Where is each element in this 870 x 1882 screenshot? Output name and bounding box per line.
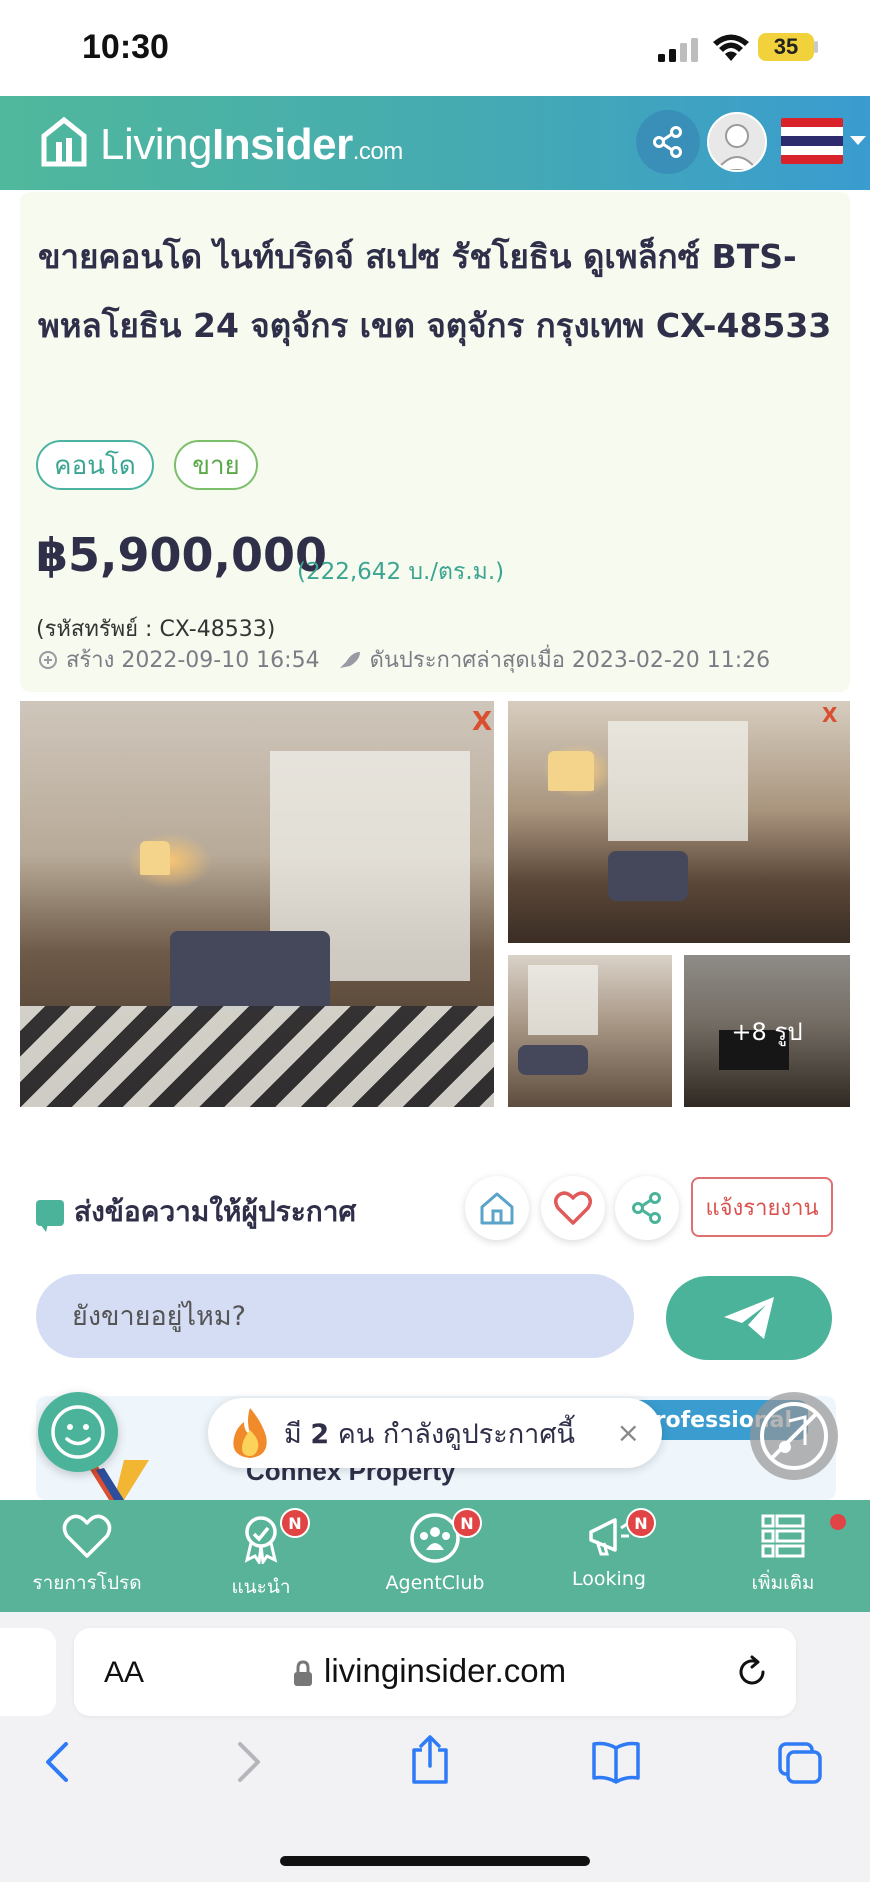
nav-label: Looking: [572, 1568, 646, 1590]
smiley-icon: [51, 1405, 105, 1459]
viewers-text: มี 2 คน กำลังดูประกาศนี้: [284, 1418, 575, 1450]
heart-icon: [554, 1191, 592, 1225]
muted-music-icon: [760, 1402, 828, 1470]
viewers-toast: มี 2 คน กำลังดูประกาศนี้ ×: [208, 1398, 662, 1468]
forward-icon[interactable]: [234, 1740, 264, 1784]
report-button[interactable]: แจ้งรายงาน: [691, 1177, 833, 1237]
listing-photo-3[interactable]: [508, 955, 672, 1107]
price-per-sqm: (222,642 บ./ตร.ม.): [297, 559, 505, 585]
nav-label: เพิ่มเติม: [751, 1572, 815, 1594]
more-photos-overlay[interactable]: +8 รูป: [684, 955, 850, 1107]
share-button[interactable]: [615, 1176, 679, 1240]
header-share-button[interactable]: [636, 110, 700, 174]
heart-icon: [62, 1514, 112, 1558]
listing-photo-main[interactable]: X: [20, 701, 494, 1107]
share-sheet-icon[interactable]: [408, 1734, 452, 1786]
status-bar: 10:30 35: [0, 0, 870, 96]
rocket-icon: [339, 651, 360, 668]
reader-aa-button[interactable]: AA: [104, 1656, 144, 1690]
bottom-navigation: รายการโปรด N แนะนำ N AgentClub N Looking…: [0, 1500, 870, 1612]
created-date: สร้าง 2022-09-10 16:54: [66, 648, 320, 673]
listing-price: ฿5,900,000: [36, 528, 328, 582]
wifi-icon: [713, 34, 749, 61]
language-dropdown-chevron-icon[interactable]: [850, 136, 866, 145]
bookmarks-icon[interactable]: [590, 1740, 642, 1784]
previous-tab-peek[interactable]: [0, 1628, 56, 1716]
user-avatar[interactable]: [707, 112, 767, 172]
new-badge: N: [280, 1508, 310, 1538]
back-icon[interactable]: [42, 1740, 72, 1784]
send-icon: [724, 1297, 774, 1339]
nav-label: รายการโปรด: [32, 1572, 142, 1594]
new-badge: N: [626, 1508, 656, 1538]
house-icon: [480, 1192, 514, 1225]
home-indicator: [280, 1856, 590, 1866]
nav-agentclub[interactable]: N AgentClub: [348, 1500, 522, 1612]
user-icon: [715, 124, 759, 170]
message-input[interactable]: [36, 1274, 634, 1358]
share-icon: [632, 1192, 661, 1224]
mute-button[interactable]: [750, 1392, 838, 1480]
property-code: (รหัสทรัพย์ : CX-48533): [36, 617, 276, 642]
listing-dates: สร้าง 2022-09-10 16:54 ดันประกาศล่าสุดเม…: [38, 642, 770, 677]
tabs-icon[interactable]: [776, 1740, 824, 1786]
bumped-date: ดันประกาศล่าสุดเมื่อ 2023-02-20 11:26: [369, 648, 771, 673]
fire-icon: [233, 1408, 267, 1458]
home-button[interactable]: [465, 1176, 529, 1240]
chat-icon: [36, 1200, 64, 1232]
list-icon: [761, 1514, 805, 1558]
reload-icon[interactable]: [734, 1654, 770, 1690]
listing-photo-2[interactable]: X: [508, 701, 850, 943]
award-icon: [244, 1516, 278, 1564]
listing-title: ขายคอนโด ไนท์บริดจ์ สเปซ รัชโยธิน ดูเพล็…: [38, 237, 832, 345]
send-message-button[interactable]: [666, 1276, 832, 1360]
tag-sale[interactable]: ขาย: [174, 440, 258, 490]
nav-recommended[interactable]: N แนะนำ: [174, 1500, 348, 1612]
plus-circle-icon: [39, 650, 57, 669]
logo-house-icon[interactable]: [40, 114, 88, 170]
url-text[interactable]: livinginsider.com: [324, 1652, 566, 1690]
battery-indicator: 35: [758, 33, 814, 61]
site-logo[interactable]: LivingInsider.com: [100, 120, 403, 170]
site-header: LivingInsider.com: [0, 96, 870, 190]
message-section-title: ส่งข้อความให้ผู้ประกาศ: [74, 1195, 357, 1228]
tag-condo[interactable]: คอนโด: [36, 440, 154, 490]
listing-photo-4[interactable]: +8 รูป: [684, 955, 850, 1107]
notification-dot: [830, 1514, 846, 1530]
nav-label: แนะนำ: [231, 1576, 291, 1598]
battery-nub: [814, 41, 818, 53]
new-badge: N: [452, 1508, 482, 1538]
nav-label: AgentClub: [385, 1572, 485, 1594]
favorite-button[interactable]: [541, 1176, 605, 1240]
cellular-signal-icon: [658, 38, 698, 62]
nav-looking[interactable]: N Looking: [522, 1500, 696, 1612]
thai-flag-icon[interactable]: [781, 118, 843, 164]
lock-icon: [294, 1660, 312, 1686]
close-toast-button[interactable]: ×: [617, 1416, 640, 1449]
live-chat-button[interactable]: [38, 1392, 118, 1472]
share-icon: [653, 126, 682, 158]
nav-favorites[interactable]: รายการโปรด: [0, 1500, 174, 1612]
status-time: 10:30: [82, 28, 169, 66]
